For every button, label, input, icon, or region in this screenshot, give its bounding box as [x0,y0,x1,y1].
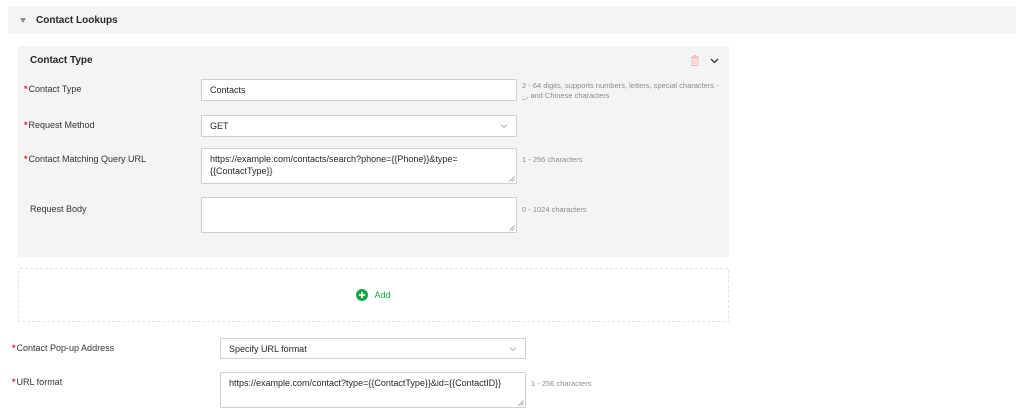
url-format-label: *URL format [12,377,63,387]
add-contact-type-area: Add [18,268,729,322]
matching-url-hint: 1 - 256 characters [522,155,583,164]
request-body-hint: 0 - 1024 characters [522,205,587,214]
chevron-down-icon [509,346,517,351]
popup-address-select[interactable]: Specify URL format [220,338,526,359]
caret-down-icon[interactable] [20,17,26,23]
chevron-down-icon [500,124,508,129]
resize-handle-icon[interactable] [518,400,524,406]
url-format-hint: 1 - 256 characters [531,379,592,388]
chevron-down-icon[interactable] [710,56,719,65]
request-method-select[interactable]: GET [201,115,517,137]
url-format-textarea[interactable]: https://example.com/contact?type={{Conta… [220,372,526,408]
contact-type-hint: 2 - 64 digits, supports numbers, letters… [522,81,719,100]
plus-circle-icon [356,289,369,301]
section-title: Contact Lookups [36,14,118,26]
request-body-textarea[interactable] [201,197,517,233]
trash-icon[interactable] [690,55,700,66]
add-button[interactable]: Add [356,289,391,301]
resize-handle-icon[interactable] [509,225,515,231]
matching-url-label: *Contact Matching Query URL [24,154,147,164]
contact-lookups-header[interactable]: Contact Lookups [8,6,1016,34]
popup-address-label: *Contact Pop-up Address [12,343,115,353]
card-title: Contact Type [30,55,93,66]
request-method-label: *Request Method [24,120,95,130]
resize-handle-icon[interactable] [509,176,515,182]
matching-url-textarea[interactable]: https://example.com/contacts/search?phon… [201,148,517,184]
request-body-label: Request Body [30,204,87,214]
contact-type-input[interactable]: Contacts [201,79,517,101]
add-label: Add [374,290,391,300]
contact-type-label: *Contact Type [24,84,82,94]
